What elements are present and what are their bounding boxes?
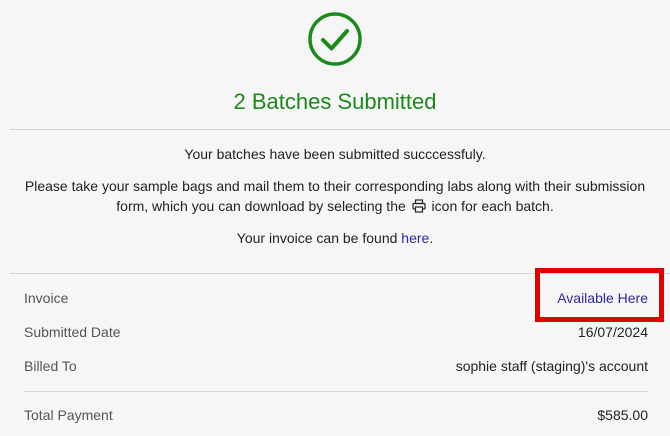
total-payment-label: Total Payment [24,407,113,423]
invoice-message-period: . [429,230,434,246]
invoice-message: Your invoice can be found here. [14,228,656,248]
printer-icon [412,199,426,213]
page-title: 2 Batches Submitted [233,89,437,114]
total-payment-row: Total Payment $585.00 [24,405,648,425]
highlight-box [535,268,664,322]
submitted-date-label: Submitted Date [24,324,121,340]
divider [10,129,670,130]
billed-to-row: Billed To sophie staff (staging)'s accou… [24,356,648,376]
divider [24,391,648,392]
instructions-text-end: icon for each batch. [431,198,554,214]
invoice-label: Invoice [24,290,69,306]
check-circle-icon [308,12,362,66]
invoice-here-link[interactable]: here [401,230,429,246]
total-payment-value: $585.00 [597,407,648,423]
instructions-message: Please take your sample bags and mail th… [14,176,656,216]
success-check-container [0,11,670,67]
submitted-date-row: Submitted Date 16/07/2024 [24,322,648,342]
billed-to-value: sophie staff (staging)'s account [455,358,648,374]
invoice-message-text: Your invoice can be found [236,230,398,246]
billed-to-label: Billed To [24,358,77,374]
success-message: Your batches have been submitted succces… [184,146,486,162]
submitted-date-value: 16/07/2024 [577,324,648,340]
